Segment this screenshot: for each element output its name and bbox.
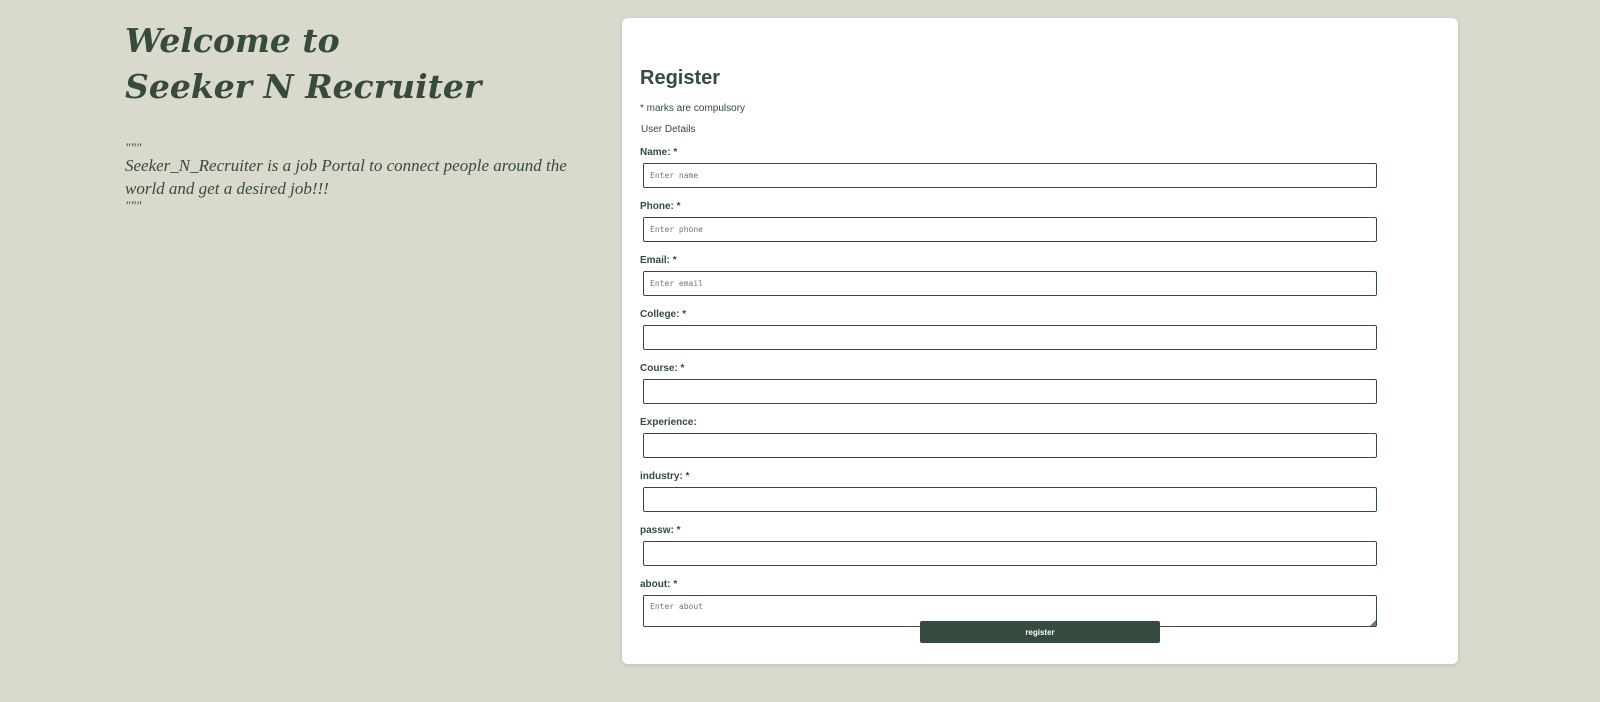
email-label: Email: * bbox=[640, 255, 677, 266]
register-button[interactable]: register bbox=[920, 621, 1160, 643]
college-field-group: College: * bbox=[640, 309, 1377, 350]
password-label: passw: * bbox=[640, 525, 681, 536]
experience-field-group: Experience: bbox=[640, 417, 1377, 458]
course-field-group: Course: * bbox=[640, 363, 1377, 404]
about-field-group: about: * ◢ bbox=[640, 579, 1377, 627]
password-field-group: passw: * bbox=[640, 525, 1377, 566]
hero-section: Welcome to Seeker N Recruiter """ Seeker… bbox=[125, 18, 605, 212]
experience-label: Experience: bbox=[640, 417, 697, 428]
email-input[interactable] bbox=[643, 271, 1377, 296]
phone-label: Phone: * bbox=[640, 201, 681, 212]
email-field-group: Email: * bbox=[640, 255, 1377, 296]
password-input[interactable] bbox=[643, 541, 1377, 566]
industry-field-group: industry: * bbox=[640, 471, 1377, 512]
name-field-group: Name: * bbox=[640, 147, 1377, 188]
welcome-line-2: Seeker N Recruiter bbox=[125, 67, 482, 106]
site-description: """ Seeker_N_Recruiter is a job Portal t… bbox=[125, 140, 605, 213]
description-text: Seeker_N_Recruiter is a job Portal to co… bbox=[125, 156, 567, 198]
college-label: College: * bbox=[640, 309, 687, 320]
register-card: Register * marks are compulsory User Det… bbox=[622, 18, 1458, 664]
phone-input[interactable] bbox=[643, 217, 1377, 242]
welcome-heading: Welcome to Seeker N Recruiter bbox=[125, 18, 605, 110]
register-title: Register bbox=[640, 67, 721, 89]
about-label: about: * bbox=[640, 579, 678, 590]
user-details-heading: User Details bbox=[641, 124, 696, 135]
course-input[interactable] bbox=[643, 379, 1377, 404]
name-input[interactable] bbox=[643, 163, 1377, 188]
quote-open: """ bbox=[125, 140, 142, 155]
name-label: Name: * bbox=[640, 147, 678, 158]
phone-field-group: Phone: * bbox=[640, 201, 1377, 242]
college-input[interactable] bbox=[643, 325, 1377, 350]
quote-close: """ bbox=[125, 198, 142, 213]
experience-input[interactable] bbox=[643, 433, 1377, 458]
industry-label: industry: * bbox=[640, 471, 690, 482]
industry-input[interactable] bbox=[643, 487, 1377, 512]
welcome-line-1: Welcome to bbox=[125, 21, 340, 60]
resize-handle-icon[interactable]: ◢ bbox=[1367, 618, 1376, 627]
compulsory-note: * marks are compulsory bbox=[640, 103, 746, 114]
course-label: Course: * bbox=[640, 363, 685, 374]
